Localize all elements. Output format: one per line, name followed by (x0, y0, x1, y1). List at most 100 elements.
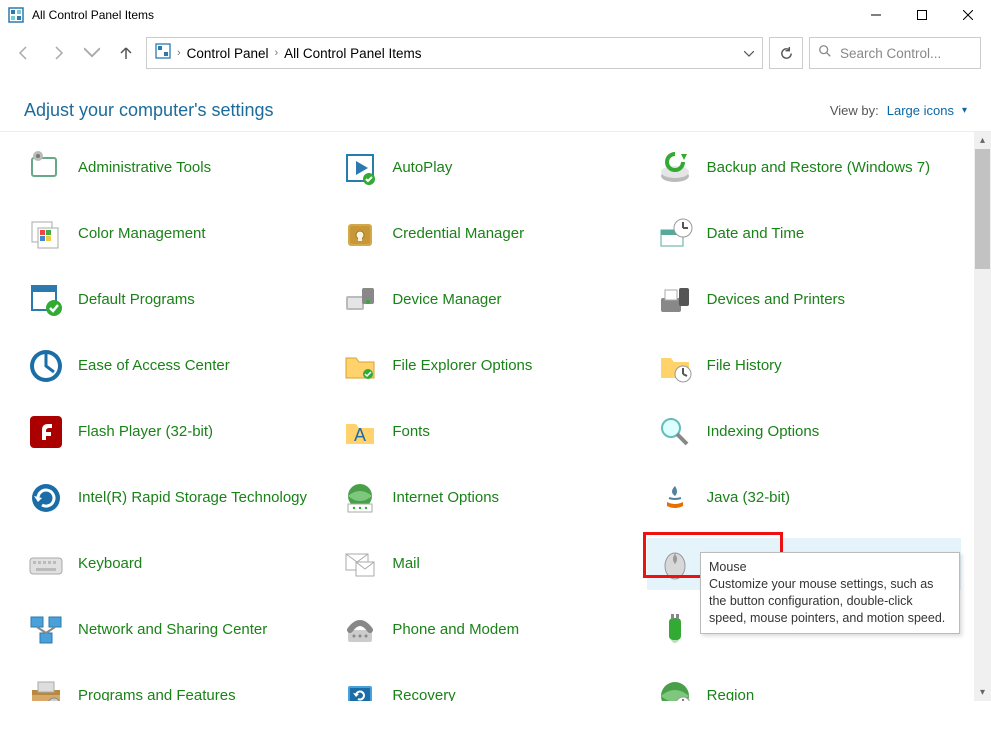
cpl-item-file-history[interactable]: File History (647, 340, 961, 392)
recovery-icon (340, 676, 380, 701)
cpl-item-device-mgr[interactable]: Device Manager (332, 274, 646, 326)
nav-back-button[interactable] (10, 39, 38, 67)
intel-rst-icon (26, 478, 66, 518)
cpl-item-label: File History (707, 357, 782, 376)
flash-player-icon (26, 412, 66, 452)
control-panel-small-icon (155, 43, 171, 64)
cpl-item-mail[interactable]: Mail (332, 538, 646, 590)
cpl-item-label: Administrative Tools (78, 159, 211, 178)
cpl-item-flash-player[interactable]: Flash Player (32-bit) (18, 406, 332, 458)
minimize-button[interactable] (853, 0, 899, 30)
devices-printers-icon (655, 280, 695, 320)
cpl-item-programs-features[interactable]: Programs and Features (18, 670, 332, 701)
cpl-item-indexing[interactable]: Indexing Options (647, 406, 961, 458)
tooltip-body: Customize your mouse settings, such as t… (709, 577, 945, 625)
cpl-item-label: Recovery (392, 687, 455, 701)
device-mgr-icon (340, 280, 380, 320)
cpl-item-autoplay[interactable]: AutoPlay (332, 142, 646, 194)
cpl-item-color-mgmt[interactable]: Color Management (18, 208, 332, 260)
java-icon (655, 478, 695, 518)
cpl-item-label: Internet Options (392, 489, 499, 508)
breadcrumb-root[interactable]: Control Panel (187, 46, 269, 61)
cpl-item-keyboard[interactable]: Keyboard (18, 538, 332, 590)
cpl-item-label: Ease of Access Center (78, 357, 230, 376)
power-icon (655, 610, 695, 650)
titlebar: All Control Panel Items (0, 0, 991, 30)
chevron-right-icon[interactable]: › (177, 47, 181, 59)
view-by-label: View by: (830, 103, 879, 118)
cpl-item-label: Device Manager (392, 291, 501, 310)
cpl-item-label: Default Programs (78, 291, 195, 310)
chevron-right-icon[interactable]: › (274, 47, 278, 59)
cpl-item-label: Keyboard (78, 555, 142, 574)
chevron-down-icon: ▾ (962, 105, 967, 116)
cpl-item-label: Region (707, 687, 755, 701)
mouse-icon (655, 544, 695, 584)
cpl-item-internet-opts[interactable]: Internet Options (332, 472, 646, 524)
cpl-item-phone-modem[interactable]: Phone and Modem (332, 604, 646, 656)
cpl-item-label: Programs and Features (78, 687, 236, 701)
cpl-item-file-explorer-opts[interactable]: File Explorer Options (332, 340, 646, 392)
file-history-icon (655, 346, 695, 386)
cpl-item-intel-rst[interactable]: Intel(R) Rapid Storage Technology (18, 472, 332, 524)
cpl-item-network-sharing[interactable]: Network and Sharing Center (18, 604, 332, 656)
subheader: Adjust your computer's settings View by:… (0, 76, 991, 131)
phone-modem-icon (340, 610, 380, 650)
window-controls (853, 0, 991, 30)
tooltip: Mouse Customize your mouse settings, suc… (700, 552, 960, 634)
svg-text:A: A (354, 425, 366, 445)
cpl-item-region[interactable]: Region (647, 670, 961, 701)
region-icon (655, 676, 695, 701)
cpl-item-fonts[interactable]: A Fonts (332, 406, 646, 458)
scrollbar[interactable]: ▴ ▾ (974, 132, 991, 701)
cpl-item-devices-printers[interactable]: Devices and Printers (647, 274, 961, 326)
date-time-icon (655, 214, 695, 254)
nav-forward-button[interactable] (44, 39, 72, 67)
address-bar[interactable]: › Control Panel › All Control Panel Item… (146, 37, 763, 69)
breadcrumb-current[interactable]: All Control Panel Items (284, 46, 421, 61)
cpl-item-label: Mail (392, 555, 420, 574)
page-heading: Adjust your computer's settings (24, 100, 274, 121)
cpl-item-backup-restore[interactable]: Backup and Restore (Windows 7) (647, 142, 961, 194)
credential-mgr-icon (340, 214, 380, 254)
cpl-item-recovery[interactable]: Recovery (332, 670, 646, 701)
color-mgmt-icon (26, 214, 66, 254)
cpl-item-ease-access[interactable]: Ease of Access Center (18, 340, 332, 392)
mail-icon (340, 544, 380, 584)
nav-up-button[interactable] (112, 39, 140, 67)
scroll-down-button[interactable]: ▾ (974, 684, 991, 701)
maximize-button[interactable] (899, 0, 945, 30)
cpl-item-label: Intel(R) Rapid Storage Technology (78, 489, 307, 508)
programs-features-icon (26, 676, 66, 701)
cpl-item-credential-mgr[interactable]: Credential Manager (332, 208, 646, 260)
cpl-item-date-time[interactable]: Date and Time (647, 208, 961, 260)
cpl-item-label: Fonts (392, 423, 430, 442)
cpl-item-label: Backup and Restore (Windows 7) (707, 159, 930, 178)
admin-tools-icon (26, 148, 66, 188)
cpl-item-java[interactable]: Java (32-bit) (647, 472, 961, 524)
cpl-item-label: Network and Sharing Center (78, 621, 267, 640)
default-programs-icon (26, 280, 66, 320)
address-dropdown-button[interactable] (744, 44, 754, 62)
cpl-item-label: Date and Time (707, 225, 805, 244)
cpl-item-label: File Explorer Options (392, 357, 532, 376)
view-by-selector[interactable]: View by: Large icons ▾ (830, 103, 967, 118)
cpl-item-admin-tools[interactable]: Administrative Tools (18, 142, 332, 194)
scroll-thumb[interactable] (975, 149, 990, 269)
close-button[interactable] (945, 0, 991, 30)
cpl-item-default-programs[interactable]: Default Programs (18, 274, 332, 326)
window-title: All Control Panel Items (32, 8, 853, 22)
control-panel-icon (8, 7, 24, 23)
cpl-item-label: Indexing Options (707, 423, 820, 442)
ease-access-icon (26, 346, 66, 386)
nav-recent-dropdown[interactable] (78, 39, 106, 67)
search-placeholder: Search Control... (840, 46, 941, 61)
file-explorer-opts-icon (340, 346, 380, 386)
tooltip-title: Mouse (709, 559, 951, 576)
refresh-button[interactable] (769, 37, 803, 69)
fonts-icon: A (340, 412, 380, 452)
autoplay-icon (340, 148, 380, 188)
cpl-item-label: Phone and Modem (392, 621, 519, 640)
search-input[interactable]: Search Control... (809, 37, 981, 69)
scroll-up-button[interactable]: ▴ (974, 132, 991, 149)
